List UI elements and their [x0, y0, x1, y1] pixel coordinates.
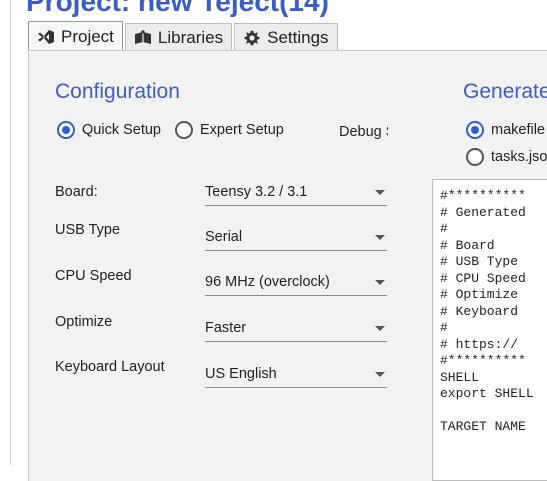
window-border — [10, 0, 11, 465]
code-line: SHELL — [440, 369, 480, 385]
generate-title: Generate — [463, 80, 547, 103]
tab-settings-label: Settings — [267, 27, 329, 47]
code-line: # Generated — [440, 204, 526, 220]
chevron-down-icon — [375, 235, 385, 240]
code-line: export SHELL — [440, 386, 534, 401]
tab-settings[interactable]: Settings — [234, 23, 338, 51]
chevron-down-icon — [375, 372, 385, 377]
page-title: Project: new Teject(14) — [26, 0, 329, 17]
code-line: # Board — [440, 237, 495, 253]
chevron-down-icon — [375, 280, 385, 285]
makefile-option: makefile — [466, 121, 547, 139]
code-line: # Keyboard — [440, 303, 519, 319]
setup-mode-group: Quick Setup Expert Setup — [57, 121, 298, 139]
configuration-title: Configuration — [55, 80, 180, 103]
library-icon — [134, 29, 152, 47]
tab-bar: Project Libraries Settings — [28, 21, 340, 51]
keyboard-layout-label: Keyboard Layout — [55, 359, 165, 375]
debug-setup-label: Debug Setup — [339, 124, 388, 140]
project-panel: Configuration Quick Setup Expert Setup D… — [28, 50, 547, 481]
tab-project[interactable]: Project — [28, 21, 123, 51]
usb-type-value: Serial — [205, 229, 243, 245]
tasks-json-option: tasks.json — [466, 148, 547, 166]
optimize-label: Optimize — [55, 314, 113, 330]
makefile-label: makefile — [491, 122, 545, 138]
code-line: # https:// — [440, 336, 519, 352]
code-line: # USB Type — [440, 254, 519, 269]
keyboard-layout-value: US English — [205, 366, 277, 382]
expert-setup-radio[interactable] — [175, 121, 193, 139]
keyboard-layout-select[interactable]: US English — [205, 361, 387, 388]
board-label: Board: — [55, 184, 98, 200]
tab-libraries-label: Libraries — [157, 27, 224, 47]
optimize-select[interactable]: Faster — [205, 315, 387, 342]
code-line: #********** — [440, 188, 526, 203]
board-select[interactable]: Teensy 3.2 / 3.1 — [205, 179, 387, 206]
usb-type-select[interactable]: Serial — [205, 224, 387, 251]
chevron-down-icon — [375, 326, 385, 331]
code-line: TARGET NAME — [440, 419, 526, 434]
code-line: # — [440, 320, 448, 335]
expert-setup-label: Expert Setup — [200, 122, 284, 138]
tasks-json-label: tasks.json — [491, 149, 547, 165]
code-line: # Optimize — [440, 287, 519, 302]
code-line: #********** — [440, 353, 526, 368]
optimize-value: Faster — [205, 320, 247, 336]
board-value: Teensy 3.2 / 3.1 — [205, 184, 308, 200]
makefile-radio[interactable] — [466, 121, 484, 139]
tab-libraries[interactable]: Libraries — [124, 23, 233, 51]
quick-setup-radio[interactable] — [57, 121, 75, 139]
makefile-preview[interactable]: #********** # Generated # # Board # USB … — [432, 179, 547, 481]
code-line: # CPU Speed — [440, 270, 526, 286]
code-line: # — [440, 221, 448, 236]
quick-setup-label: Quick Setup — [82, 122, 161, 138]
cpu-speed-select[interactable]: 96 MHz (overclock) — [205, 269, 387, 296]
gear-icon — [243, 29, 261, 47]
chevron-down-icon — [375, 190, 385, 195]
cpu-speed-label: CPU Speed — [55, 268, 132, 284]
vscode-icon — [37, 28, 55, 46]
tasks-json-radio[interactable] — [466, 148, 484, 166]
tab-project-label: Project — [61, 26, 114, 46]
usb-type-label: USB Type — [55, 222, 121, 238]
cpu-speed-value: 96 MHz (overclock) — [205, 274, 330, 290]
